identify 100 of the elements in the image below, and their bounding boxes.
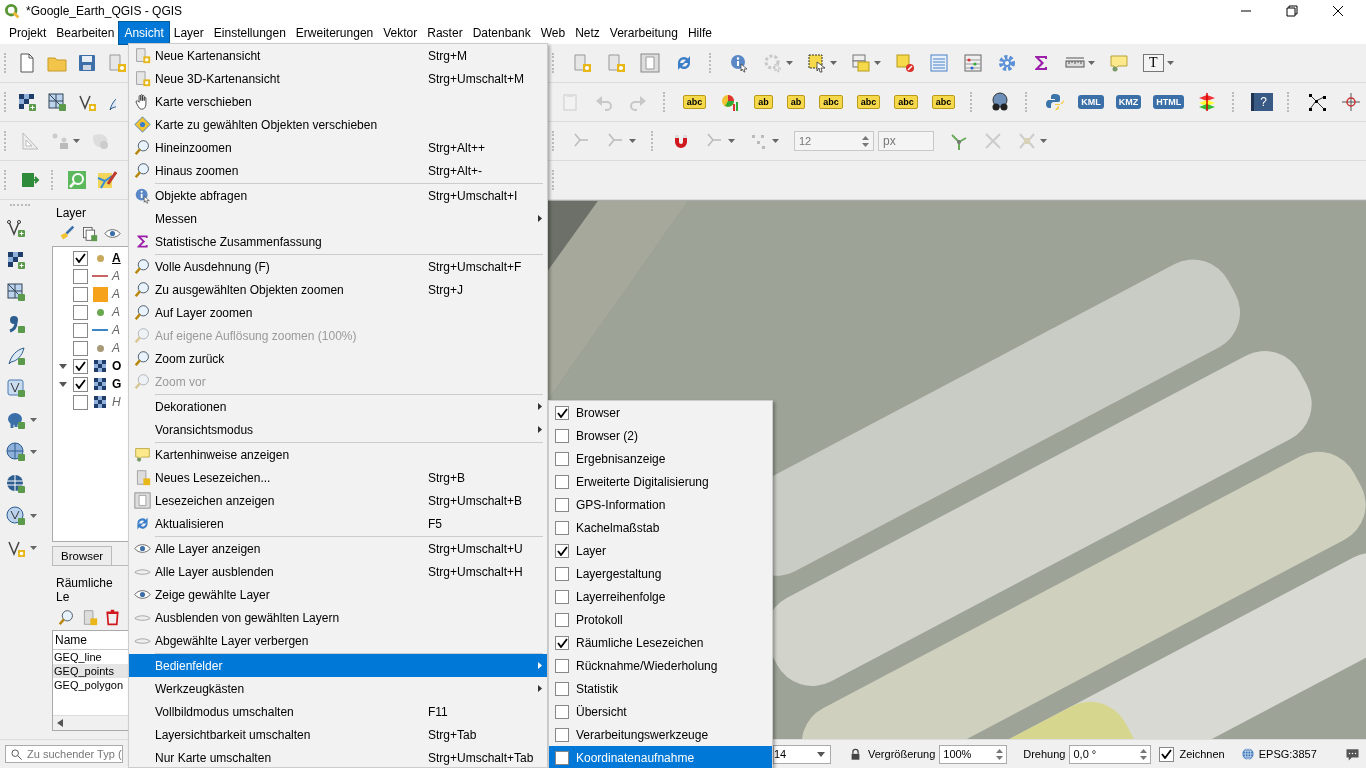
- menu-item[interactable]: Erweiterte Digitalisierung: [549, 470, 772, 493]
- menu-item[interactable]: Neues Lesezeichen... Strg+B: [129, 466, 547, 489]
- panel-checkbox[interactable]: [555, 589, 569, 604]
- gear-icon[interactable]: [997, 53, 1017, 73]
- menu-item[interactable]: Werkzeugkästen: [129, 677, 547, 700]
- menu-bar-item[interactable]: Raster: [422, 22, 468, 44]
- expand-arrow-icon[interactable]: [59, 381, 67, 387]
- layer-name[interactable]: A: [112, 323, 120, 337]
- caret-icon[interactable]: [728, 139, 735, 143]
- menu-bar-item[interactable]: Layer: [168, 22, 209, 44]
- layer-name[interactable]: A: [112, 251, 121, 265]
- node-tool-icon[interactable]: [50, 131, 70, 151]
- feather-icon[interactable]: [6, 346, 26, 366]
- label-tool-button[interactable]: abc: [894, 95, 918, 109]
- layer-checkbox[interactable]: [73, 322, 88, 338]
- expand-arrow-icon[interactable]: [59, 363, 67, 369]
- menu-item[interactable]: Kartenhinweise anzeigen: [129, 443, 547, 466]
- layer-name[interactable]: A: [112, 341, 120, 355]
- menu-item[interactable]: Koordinatenaufnahme: [549, 746, 772, 768]
- menu-item[interactable]: Objekte abfragen Strg+Umschalt+I: [129, 184, 547, 207]
- magnifier-icon[interactable]: [67, 170, 87, 190]
- menu-item[interactable]: Messen: [129, 207, 547, 230]
- scroll-left-icon[interactable]: [57, 719, 63, 727]
- caret-icon[interactable]: [30, 450, 37, 454]
- save-icon[interactable]: [77, 53, 97, 73]
- caret-icon[interactable]: [1040, 139, 1047, 143]
- panel-checkbox[interactable]: [555, 428, 569, 443]
- menu-bar-item[interactable]: Einstellungen: [208, 22, 291, 44]
- menu-item[interactable]: Übersicht: [549, 700, 772, 723]
- menu-item[interactable]: Karte verschieben: [129, 90, 547, 113]
- menu-item[interactable]: Layergestaltung: [549, 562, 772, 585]
- caret-icon[interactable]: [73, 139, 80, 143]
- menu-item[interactable]: Ergebnisanzeige: [549, 447, 772, 470]
- menu-item[interactable]: Ausblenden von gewählten Layern: [129, 606, 547, 629]
- panel-checkbox[interactable]: [555, 704, 569, 719]
- caret-icon[interactable]: [30, 418, 37, 422]
- menu-item[interactable]: Layerreihenfolge: [549, 585, 772, 608]
- layer-checkbox[interactable]: [73, 340, 88, 356]
- menu-item[interactable]: Browser (2): [549, 424, 772, 447]
- tolerance-spin-field[interactable]: 12: [794, 131, 874, 151]
- menu-item[interactable]: Alle Layer anzeigen Strg+Umschalt+U: [129, 537, 547, 560]
- speech-bubble-icon[interactable]: [1109, 53, 1129, 73]
- menu-item[interactable]: Räumliche Lesezeichen: [549, 631, 772, 654]
- globe-binoculars-icon[interactable]: [990, 92, 1011, 112]
- web-vector-icon[interactable]: [6, 506, 26, 526]
- spin-arrows-icon[interactable]: [862, 135, 869, 147]
- globe-icon[interactable]: [1240, 747, 1255, 761]
- panel-checkbox[interactable]: [555, 451, 569, 466]
- layer-checkbox[interactable]: [73, 304, 88, 320]
- menu-item[interactable]: Karte zu gewählten Objekten verschieben: [129, 113, 547, 136]
- menu-bar-item[interactable]: Ansicht: [119, 22, 169, 44]
- caret-icon[interactable]: [786, 61, 793, 65]
- menu-item[interactable]: Hineinzoomen Strg+Alt++: [129, 136, 547, 159]
- deselect-icon[interactable]: [895, 53, 915, 73]
- label-tool-button[interactable]: ab: [754, 95, 773, 109]
- layer-name[interactable]: A: [112, 287, 120, 301]
- new-file-icon[interactable]: [17, 53, 37, 73]
- brush-icon[interactable]: [58, 225, 75, 242]
- crs-button[interactable]: EPSG:3857: [1258, 748, 1317, 760]
- help-button[interactable]: ?: [1251, 93, 1273, 111]
- label-tool-button[interactable]: abc: [856, 95, 881, 109]
- menu-bar-item[interactable]: Datenbank: [467, 22, 536, 44]
- panel-checkbox[interactable]: [555, 612, 569, 627]
- caret-icon[interactable]: [30, 514, 37, 518]
- mesh-layer-icon[interactable]: [47, 92, 67, 112]
- menu-bar-item[interactable]: Vektor: [378, 22, 423, 44]
- layer-name[interactable]: A: [112, 269, 120, 283]
- menu-item[interactable]: Layersichtbarkeit umschalten Strg+Tab: [129, 723, 547, 746]
- menu-item[interactable]: Neue Kartenansicht Strg+M: [129, 44, 547, 67]
- panel-checkbox[interactable]: [555, 681, 569, 696]
- menu-item[interactable]: Layer: [549, 539, 772, 562]
- python-icon[interactable]: [1045, 92, 1066, 112]
- label-tool-button[interactable]: abc: [931, 95, 956, 109]
- menu-item[interactable]: Dekorationen: [129, 395, 547, 418]
- layer-checkbox[interactable]: [73, 358, 88, 374]
- menu-item[interactable]: Nur Karte umschalten Strg+Umschalt+Tab: [129, 746, 547, 768]
- menu-item[interactable]: Alle Layer ausblenden Strg+Umschalt+H: [129, 560, 547, 583]
- caret-icon[interactable]: [1088, 61, 1095, 65]
- trash-icon[interactable]: [104, 609, 121, 626]
- panel-tab[interactable]: Browser: [52, 546, 113, 566]
- menu-item[interactable]: Lesezeichen anzeigen Strg+Umschalt+B: [129, 489, 547, 512]
- menu-item[interactable]: GPS-Information: [549, 493, 772, 516]
- vector-layer-icon[interactable]: [6, 218, 26, 238]
- message-icon[interactable]: [1345, 746, 1360, 762]
- restore-icon[interactable]: [1286, 5, 1298, 17]
- web-globe-icon[interactable]: [6, 442, 26, 462]
- layer-name[interactable]: O: [112, 359, 122, 373]
- export-button[interactable]: KMZ: [1115, 95, 1142, 109]
- panel-checkbox[interactable]: [555, 405, 569, 420]
- caret-icon[interactable]: [1166, 61, 1174, 65]
- label-tool-button[interactable]: abc: [682, 95, 707, 109]
- panel-checkbox[interactable]: [555, 520, 569, 535]
- panel-checkbox[interactable]: [555, 658, 569, 673]
- menu-item[interactable]: Auf Layer zoomen: [129, 301, 547, 324]
- layer-checkbox[interactable]: [73, 286, 88, 302]
- caret-icon[interactable]: [830, 61, 837, 65]
- menu-item[interactable]: Verarbeitungswerkzeuge: [549, 723, 772, 746]
- crosshair-icon[interactable]: [1341, 92, 1361, 112]
- caret-icon[interactable]: [629, 139, 636, 143]
- filter-icon[interactable]: [81, 225, 98, 242]
